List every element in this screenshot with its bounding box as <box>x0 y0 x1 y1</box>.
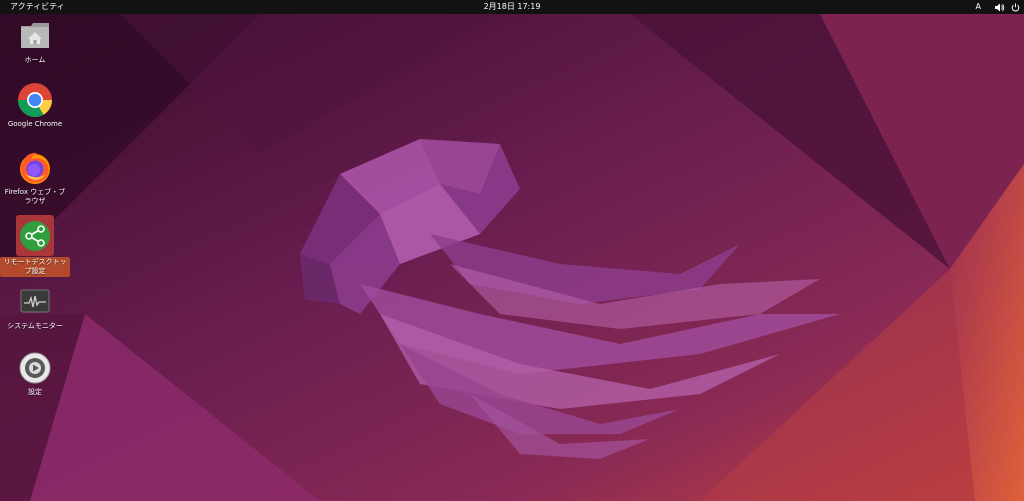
desktop-icon-label: Firefox ウェブ・ブラウザ <box>4 188 66 205</box>
remote-desktop-share-icon <box>17 218 53 254</box>
desktop-icon-label: 設定 <box>28 388 42 396</box>
input-method-indicator[interactable]: A <box>976 0 981 14</box>
system-monitor-icon <box>17 284 53 320</box>
speaker-icon[interactable] <box>995 3 1005 12</box>
clock-button[interactable]: 2月18日 17:19 <box>484 2 541 11</box>
desktop-icon-label: リモートデスクトップ設定 <box>3 258 67 275</box>
desktop-icon-chrome[interactable]: Google Chrome <box>0 82 70 129</box>
desktop-icon-settings[interactable]: 設定 <box>0 350 70 397</box>
clock-area: 2月18日 17:19 <box>0 0 1024 14</box>
settings-icon <box>17 350 53 386</box>
desktop-icon-label: システムモニター <box>7 322 63 330</box>
home-folder-icon <box>17 18 53 54</box>
firefox-icon <box>17 150 53 186</box>
desktop-icon-remote-desktop[interactable]: リモートデスクトップ設定 <box>0 215 70 277</box>
activities-button[interactable]: アクティビティ <box>10 0 65 14</box>
desktop-wallpaper <box>0 14 1024 501</box>
desktop-icon-label: Google Chrome <box>7 120 63 128</box>
power-icon[interactable] <box>1011 3 1020 12</box>
desktop-icon-firefox[interactable]: Firefox ウェブ・ブラウザ <box>0 150 70 206</box>
desktop-icon-system-monitor[interactable]: システムモニター <box>0 284 70 331</box>
desktop-icon-home[interactable]: ホーム <box>0 18 70 65</box>
chrome-icon <box>17 82 53 118</box>
top-panel: アクティビティ 2月18日 17:19 A <box>0 0 1024 14</box>
system-tray: A <box>976 0 1020 14</box>
desktop-icon-label: ホーム <box>24 56 46 64</box>
